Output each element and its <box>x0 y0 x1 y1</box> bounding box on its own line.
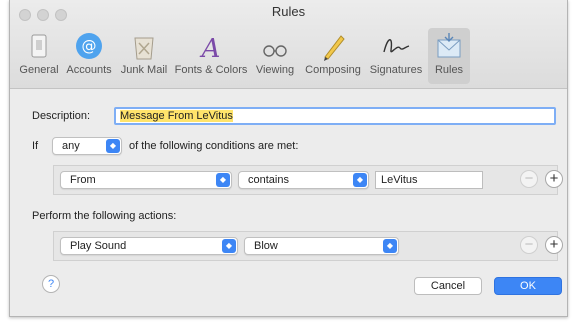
description-label: Description: <box>32 110 91 122</box>
toolbar-accounts[interactable]: @ Accounts <box>64 28 114 84</box>
condition-field-select[interactable]: From ◆ <box>60 171 232 189</box>
toolbar-general[interactable]: General <box>16 28 62 84</box>
toolbar-junk-mail[interactable]: Junk Mail <box>116 28 172 84</box>
cancel-button[interactable]: Cancel <box>414 277 482 295</box>
chevron-updown-icon: ◆ <box>222 239 236 253</box>
add-condition-button[interactable]: + <box>545 170 563 188</box>
action-sound-select[interactable]: Blow ◆ <box>244 237 399 255</box>
signature-icon <box>383 39 410 53</box>
chevron-updown-icon: ◆ <box>216 173 230 187</box>
action-row: Play Sound ◆ Blow ◆ − + <box>53 231 563 261</box>
condition-value-field[interactable]: LeVitus <box>375 171 483 189</box>
title-toolbar: Rules General @ Accounts Junk Mail A Fon… <box>10 0 567 89</box>
add-action-button[interactable]: + <box>545 236 563 254</box>
description-value: Message From LeVitus <box>120 110 233 122</box>
condition-row: From ◆ contains ◆ LeVitus − + <box>53 165 563 195</box>
trash-junk-icon <box>134 37 154 60</box>
envelope-rules-icon <box>437 33 461 58</box>
conditions-text: of the following conditions are met: <box>129 140 299 152</box>
ok-button[interactable]: OK <box>494 277 562 295</box>
toolbar-fonts-colors[interactable]: A Fonts & Colors <box>174 28 248 84</box>
chevron-updown-icon: ◆ <box>383 239 397 253</box>
rules-window: Rules General @ Accounts Junk Mail A Fon… <box>9 0 568 317</box>
if-label: If <box>32 140 39 152</box>
help-button[interactable]: ? <box>42 275 60 293</box>
chevron-updown-icon: ◆ <box>353 173 367 187</box>
remove-condition-button[interactable]: − <box>520 170 538 188</box>
toolbar-composing[interactable]: Composing <box>302 28 364 84</box>
action-type-select[interactable]: Play Sound ◆ <box>60 237 238 255</box>
condition-operator-select[interactable]: contains ◆ <box>238 171 369 189</box>
window-title: Rules <box>271 4 306 19</box>
actions-label: Perform the following actions: <box>32 210 177 222</box>
glasses-icon <box>263 45 287 57</box>
remove-action-button[interactable]: − <box>520 236 538 254</box>
svg-text:@: @ <box>82 37 97 55</box>
font-a-icon: A <box>200 34 221 62</box>
toolbar-signatures[interactable]: Signatures <box>366 28 426 84</box>
chevron-updown-icon: ◆ <box>106 139 120 153</box>
toolbar-rules[interactable]: Rules <box>428 28 470 84</box>
match-any-select[interactable]: any ◆ <box>52 137 122 155</box>
at-sign-icon: @ <box>76 33 102 59</box>
pencil-icon <box>324 35 345 61</box>
toolbar-viewing[interactable]: Viewing <box>250 28 300 84</box>
svg-text:A: A <box>200 34 221 62</box>
rule-editor: Description: Message From LeVitus If any… <box>18 94 563 307</box>
general-icon <box>31 34 47 58</box>
description-field[interactable]: Message From LeVitus <box>114 107 556 125</box>
